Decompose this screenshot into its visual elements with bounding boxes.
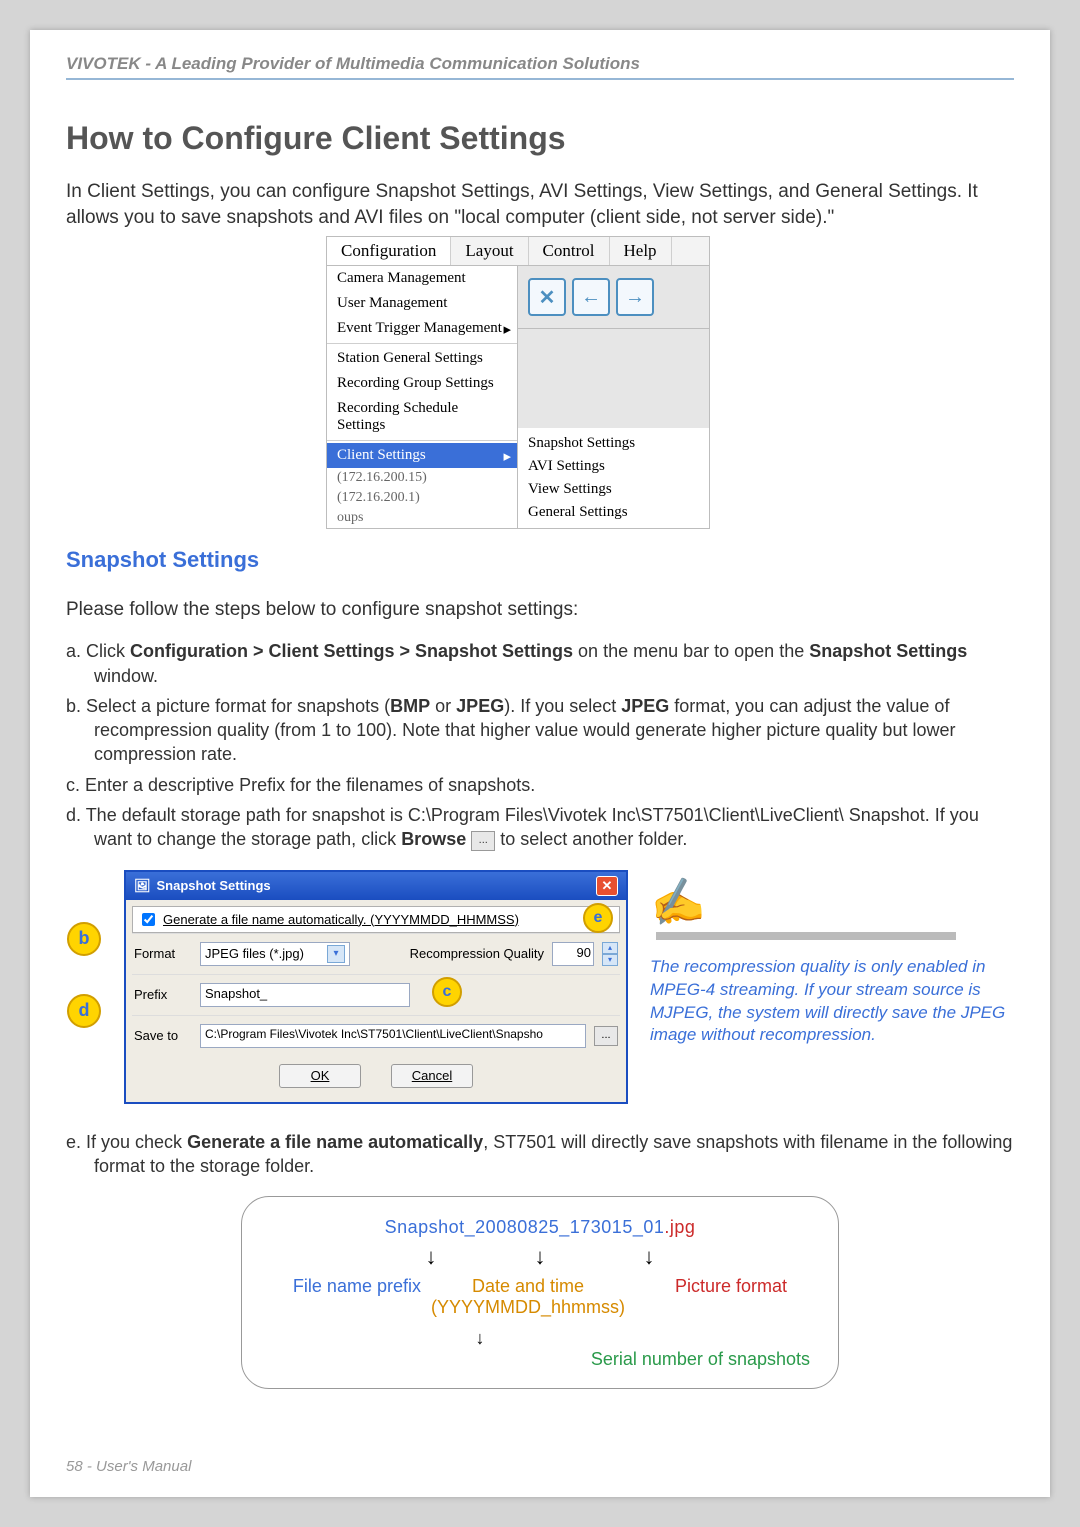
section-heading: Snapshot Settings bbox=[66, 547, 1014, 573]
app-icon: 🖼 bbox=[134, 878, 151, 894]
filename-sample-ext: .jpg bbox=[664, 1217, 695, 1237]
submenu-avi-settings[interactable]: AVI Settings bbox=[518, 455, 709, 478]
menu-item-client-settings[interactable]: Client Settings▸ bbox=[327, 443, 517, 468]
page-title: How to Configure Client Settings bbox=[66, 120, 1014, 157]
menu-screenshot: Configuration Layout Control Help Camera… bbox=[326, 236, 710, 529]
arrow-down-icon: ↓ bbox=[535, 1244, 546, 1270]
steps-intro: Please follow the steps below to configu… bbox=[66, 599, 1014, 621]
snapshot-settings-dialog: 🖼 Snapshot Settings ✕ Generate a file na… bbox=[124, 870, 628, 1104]
format-label: Format bbox=[134, 946, 192, 961]
auto-filename-checkbox[interactable] bbox=[142, 913, 155, 926]
submenu-general-settings[interactable]: General Settings bbox=[518, 501, 709, 524]
quality-input[interactable]: 90 bbox=[552, 942, 594, 966]
hand-pen-icon: ✍ bbox=[647, 872, 709, 931]
close-icon[interactable]: ✕ bbox=[596, 876, 618, 896]
step-a: a. Click Configuration > Client Settings… bbox=[66, 639, 1014, 688]
menu-item-camera-management[interactable]: Camera Management bbox=[327, 266, 517, 291]
menu-configuration[interactable]: Configuration bbox=[327, 237, 451, 265]
label-date-format: (YYYYMMDD_hhmmss) bbox=[431, 1297, 625, 1317]
arrow-down-icon: ↓ bbox=[644, 1244, 655, 1270]
menu-item-recording-group[interactable]: Recording Group Settings bbox=[327, 371, 517, 396]
submenu-arrow-icon: ▸ bbox=[503, 320, 511, 339]
prefix-label: Prefix bbox=[134, 987, 192, 1002]
prefix-input[interactable]: Snapshot_ bbox=[200, 983, 410, 1007]
label-file-prefix: File name prefix bbox=[293, 1276, 421, 1318]
saveto-label: Save to bbox=[134, 1028, 192, 1043]
tree-ip-2: (172.16.200.1) bbox=[327, 488, 517, 508]
step-e: e. If you check Generate a file name aut… bbox=[66, 1130, 1014, 1179]
arrow-down-icon: ↓ bbox=[426, 1244, 437, 1270]
callout-b: b bbox=[67, 922, 101, 956]
tip-text: The recompression quality is only enable… bbox=[650, 956, 1014, 1048]
browse-icon: ... bbox=[471, 831, 495, 851]
callout-e: e bbox=[583, 903, 613, 933]
browse-button[interactable]: ... bbox=[594, 1026, 618, 1046]
submenu-view-settings[interactable]: View Settings bbox=[518, 478, 709, 501]
callout-c: c bbox=[432, 977, 462, 1007]
forward-button[interactable]: → bbox=[616, 278, 654, 316]
filename-sample-prefix: Snapshot_ bbox=[385, 1217, 476, 1237]
label-date-time: Date and time bbox=[472, 1276, 584, 1296]
menu-control[interactable]: Control bbox=[529, 237, 610, 265]
menu-item-recording-schedule[interactable]: Recording Schedule Settings bbox=[327, 396, 517, 438]
tip-divider bbox=[656, 932, 956, 940]
page-header: VIVOTEK - A Leading Provider of Multimed… bbox=[66, 54, 640, 73]
page-footer: 58 - User's Manual bbox=[66, 1458, 191, 1475]
label-picture-format: Picture format bbox=[675, 1276, 787, 1318]
step-c: c. Enter a descriptive Prefix for the fi… bbox=[66, 773, 1014, 797]
format-select[interactable]: JPEG files (*.jpg) ▾ bbox=[200, 942, 350, 966]
step-b: b. Select a picture format for snapshots… bbox=[66, 694, 1014, 767]
filename-sample-datetime: 20080825_173015_01 bbox=[475, 1217, 664, 1237]
chevron-down-icon: ▾ bbox=[327, 945, 345, 963]
cancel-button[interactable]: Cancel bbox=[391, 1064, 473, 1088]
intro-paragraph: In Client Settings, you can configure Sn… bbox=[66, 179, 1014, 230]
auto-filename-label: Generate a file name automatically. (YYY… bbox=[163, 912, 519, 927]
menu-item-event-trigger[interactable]: Event Trigger Management▸ bbox=[327, 316, 517, 341]
label-serial-number: Serial number of snapshots bbox=[591, 1349, 810, 1369]
submenu-arrow-icon: ▸ bbox=[503, 447, 511, 466]
callout-d: d bbox=[67, 994, 101, 1028]
step-d: d. The default storage path for snapshot… bbox=[66, 803, 1014, 852]
arrow-down-icon: ↓ bbox=[270, 1328, 690, 1349]
filename-format-diagram: Snapshot_20080825_173015_01.jpg ↓ ↓ ↓ Fi… bbox=[241, 1196, 839, 1389]
menu-item-station-general[interactable]: Station General Settings bbox=[327, 346, 517, 371]
quality-spinner[interactable]: ▴▾ bbox=[602, 942, 618, 966]
ok-button[interactable]: OK bbox=[279, 1064, 361, 1088]
menu-item-user-management[interactable]: User Management bbox=[327, 291, 517, 316]
menu-layout[interactable]: Layout bbox=[451, 237, 528, 265]
tree-groups: oups bbox=[327, 508, 517, 528]
back-button[interactable]: ← bbox=[572, 278, 610, 316]
close-view-button[interactable]: ✕ bbox=[528, 278, 566, 316]
submenu-snapshot-settings[interactable]: Snapshot Settings bbox=[518, 432, 709, 455]
saveto-input[interactable]: C:\Program Files\Vivotek Inc\ST7501\Clie… bbox=[200, 1024, 586, 1048]
dialog-title: 🖼 Snapshot Settings bbox=[134, 878, 271, 894]
tree-ip-1: (172.16.200.15) bbox=[327, 468, 517, 488]
quality-label: Recompression Quality bbox=[410, 946, 544, 961]
menu-help[interactable]: Help bbox=[610, 237, 672, 265]
